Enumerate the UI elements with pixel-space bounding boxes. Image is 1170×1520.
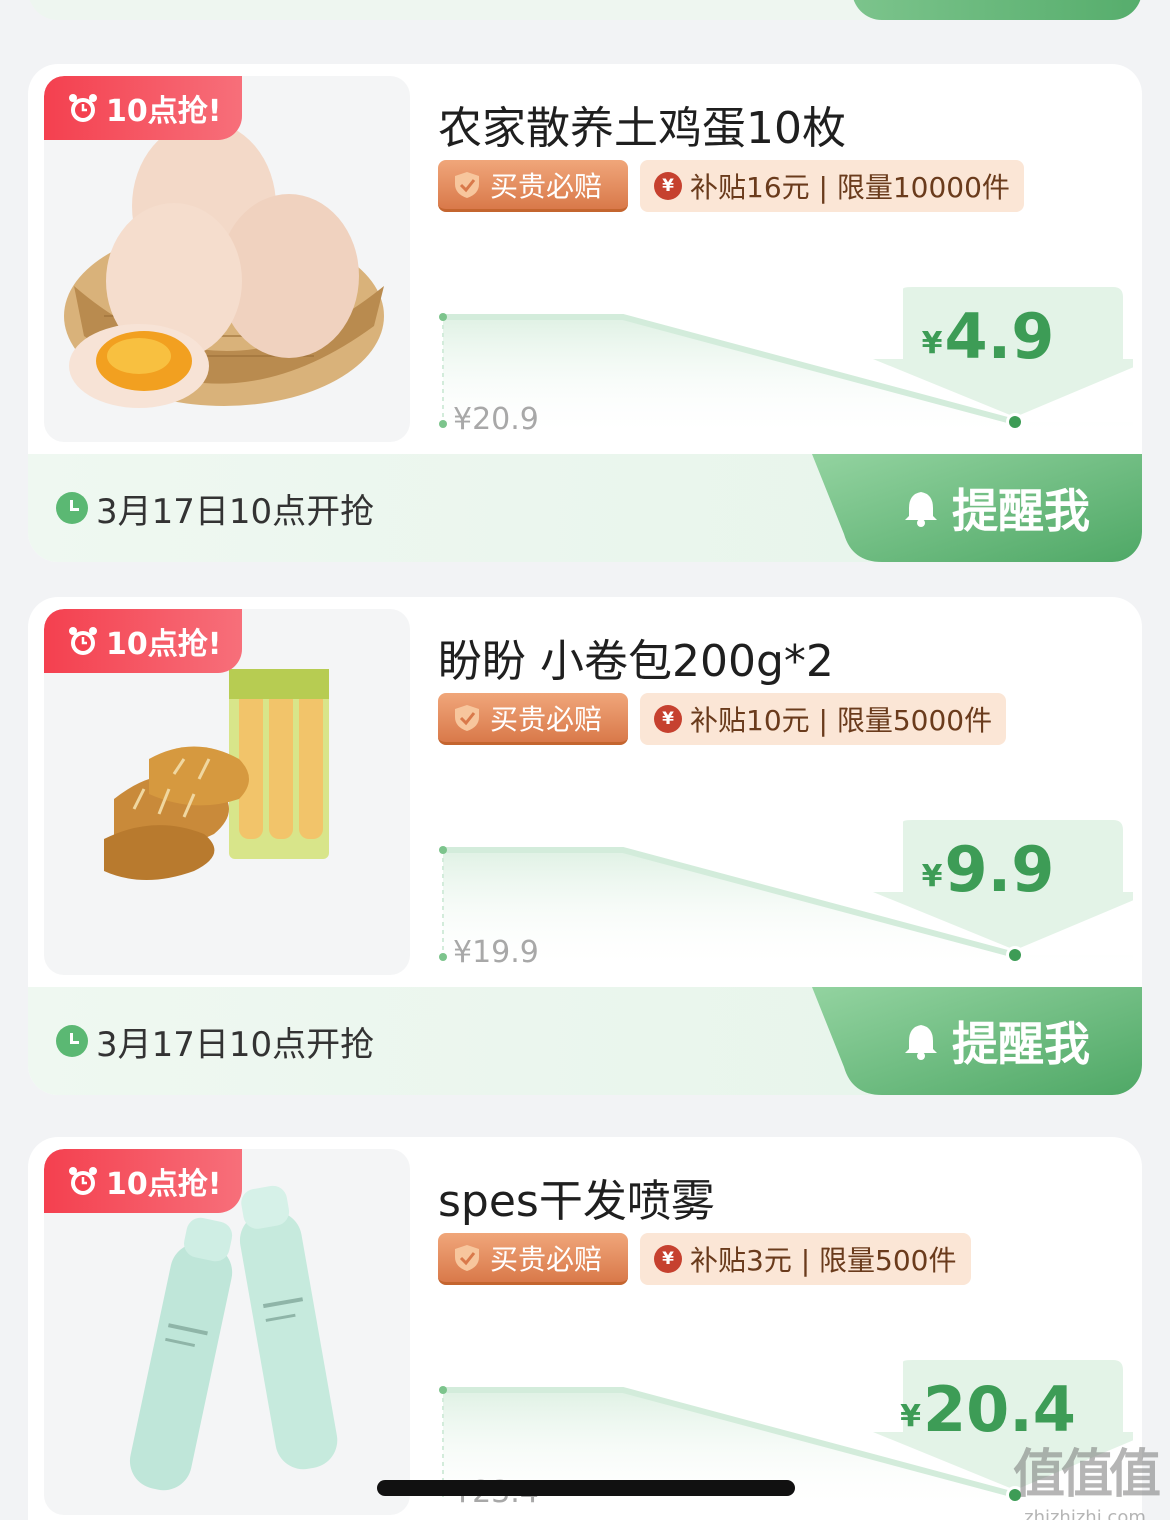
flash-sale-badge: 10点抢! — [44, 609, 242, 673]
currency-symbol: ¥ — [900, 1398, 921, 1434]
alarm-clock-icon — [69, 94, 97, 122]
alarm-clock-icon — [69, 1167, 97, 1195]
subsidy-label: 补贴3元 | 限量500件 — [690, 1244, 957, 1277]
card-footer: 3月17日10点开抢 提醒我 — [28, 987, 1142, 1095]
start-time: 3月17日10点开抢 — [96, 1025, 375, 1065]
remind-label: 提醒我 — [952, 484, 1090, 538]
home-indicator[interactable] — [377, 1480, 795, 1496]
product-image[interactable]: 10点抢! — [44, 1149, 410, 1515]
coin-icon: ¥ — [654, 1245, 682, 1273]
shield-check-icon — [455, 704, 479, 731]
badge-label: 10点抢! — [106, 94, 222, 129]
previous-card-remnant — [28, 0, 1142, 20]
guarantee-label: 买贵必赔 — [490, 702, 603, 736]
product-card[interactable]: 10点抢! 农家散养土鸡蛋10枚 买贵必赔 ¥ 补贴16元 | 限量10000件… — [28, 64, 1142, 562]
flash-sale-badge: 10点抢! — [44, 1149, 242, 1213]
watermark-url: zhizhizhi.com — [1024, 1507, 1146, 1520]
start-time: 3月17日10点开抢 — [96, 492, 375, 532]
previous-remind-button[interactable] — [852, 0, 1142, 20]
price-guarantee-tag: 买贵必赔 — [438, 693, 628, 745]
product-image[interactable]: 10点抢! — [44, 76, 410, 442]
shield-check-icon — [455, 1244, 479, 1271]
price-guarantee-tag: 买贵必赔 — [438, 1233, 628, 1285]
watermark: 值值值 zhizhizhi.com — [1010, 1432, 1161, 1520]
watermark-logo: 值值值 — [1012, 1445, 1161, 1505]
currency-symbol: ¥ — [921, 858, 943, 894]
clock-icon — [56, 1025, 88, 1057]
product-card[interactable]: 10点抢! spes干发喷雾 买贵必赔 ¥ 补贴3元 | 限量500件 ¥23.… — [28, 1137, 1142, 1520]
badge-label: 10点抢! — [106, 1167, 222, 1202]
product-title[interactable]: spes干发喷雾 — [438, 1165, 715, 1229]
price-value: 9.9 — [944, 832, 1055, 906]
remind-label: 提醒我 — [952, 1017, 1090, 1071]
subsidy-tag: ¥ 补贴3元 | 限量500件 — [640, 1233, 971, 1285]
alarm-clock-icon — [69, 627, 97, 655]
coin-icon: ¥ — [654, 705, 682, 733]
remind-me-button[interactable]: 提醒我 — [812, 454, 1142, 562]
price-guarantee-tag: 买贵必赔 — [438, 160, 628, 212]
coin-icon: ¥ — [654, 172, 682, 200]
price-value: 4.9 — [944, 299, 1055, 373]
subsidy-tag: ¥ 补贴16元 | 限量10000件 — [640, 160, 1024, 212]
currency-symbol: ¥ — [921, 325, 943, 361]
subsidy-label: 补贴10元 | 限量5000件 — [690, 704, 993, 737]
shield-check-icon — [455, 171, 479, 198]
card-footer: 3月17日10点开抢 提醒我 — [28, 454, 1142, 562]
original-price: ¥19.9 — [453, 935, 539, 970]
bell-icon — [905, 492, 937, 527]
sale-price: ¥ 9.9 — [878, 819, 1098, 919]
guarantee-label: 买贵必赔 — [490, 1242, 603, 1276]
subsidy-tag: ¥ 补贴10元 | 限量5000件 — [640, 693, 1007, 745]
badge-label: 10点抢! — [106, 627, 222, 662]
bell-icon — [905, 1025, 937, 1060]
product-title[interactable]: 农家散养土鸡蛋10枚 — [438, 92, 846, 156]
subsidy-label: 补贴16元 | 限量10000件 — [690, 171, 1010, 204]
flash-sale-badge: 10点抢! — [44, 76, 242, 140]
clock-icon — [56, 492, 88, 524]
product-image[interactable]: 10点抢! — [44, 609, 410, 975]
guarantee-label: 买贵必赔 — [490, 169, 603, 203]
original-price: ¥20.9 — [453, 402, 539, 437]
product-card[interactable]: 10点抢! 盼盼 小卷包200g*2 买贵必赔 ¥ 补贴10元 | 限量5000… — [28, 597, 1142, 1095]
remind-me-button[interactable]: 提醒我 — [812, 987, 1142, 1095]
sale-price: ¥ 4.9 — [878, 286, 1098, 386]
product-title[interactable]: 盼盼 小卷包200g*2 — [438, 625, 834, 689]
